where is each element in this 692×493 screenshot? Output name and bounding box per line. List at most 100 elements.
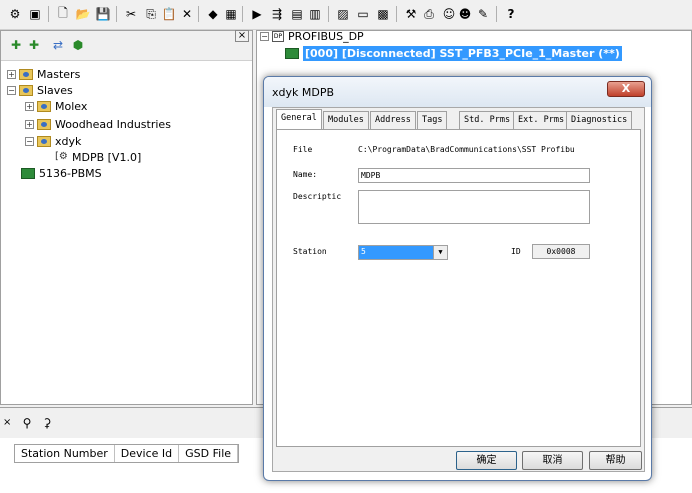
folder-icon [37, 118, 51, 130]
collapse-icon[interactable]: − [260, 31, 269, 41]
dialog-title: xdyk MDPB [272, 86, 335, 99]
printer-icon[interactable]: ⎙ [420, 5, 438, 23]
station-label: Station [293, 247, 327, 256]
new-icon[interactable]: 🗋 [54, 5, 72, 23]
folder-icon [37, 135, 51, 147]
people2-icon[interactable]: ☻ [456, 5, 474, 23]
delete-icon[interactable]: ✕ [178, 5, 196, 23]
device-icon [285, 47, 299, 59]
help-button[interactable]: 帮助 [589, 451, 642, 470]
tab-std-prms[interactable]: Std. Prms [459, 111, 516, 129]
tree-item-mdpb[interactable]: [⚙ MDPB [V1.0] [55, 149, 141, 165]
file-label: File [293, 145, 313, 154]
cut-icon[interactable]: ✂ [122, 5, 140, 23]
tree-item-pbms[interactable]: 5136-PBMS [21, 165, 102, 181]
tab-diagnostics[interactable]: Diagnostics [566, 111, 633, 129]
toolbar-separator [328, 6, 329, 22]
station-select[interactable]: 5 ▼ [358, 245, 448, 260]
tab-tags[interactable]: Tags [417, 111, 448, 129]
lsx-icon[interactable]: ▥ [306, 5, 324, 23]
cancel-button[interactable]: 取消 [522, 451, 583, 470]
column-header-device-id[interactable]: Device Id [115, 445, 180, 462]
name-field[interactable]: MDPB [358, 168, 590, 183]
folder-icon [19, 68, 33, 80]
close-button[interactable]: X [607, 81, 645, 97]
collapse-icon[interactable]: − [7, 85, 16, 95]
tree-label: Slaves [37, 83, 73, 97]
tab-address[interactable]: Address [370, 111, 416, 129]
toolbar-separator [396, 6, 397, 22]
file-path: C:\ProgramData\BradCommunications\SST Pr… [358, 145, 575, 154]
device-icon[interactable]: ▩ [374, 5, 392, 23]
tool-icon[interactable]: ⚒ [402, 5, 420, 23]
note-icon[interactable]: ✎ [474, 5, 492, 23]
tab-general[interactable]: General [276, 109, 322, 130]
toolbar-separator [198, 6, 199, 22]
open-icon[interactable]: 📂 [74, 5, 92, 23]
properties-icon[interactable]: ▣ [26, 5, 44, 23]
import-icon[interactable]: ⇄ [49, 36, 67, 54]
chevron-down-icon[interactable]: ▼ [433, 246, 447, 259]
description-label: Descriptic [293, 192, 342, 201]
collapse-icon[interactable]: − [25, 136, 34, 146]
ok-button[interactable]: 确定 [456, 451, 517, 470]
station-value: 5 [359, 246, 433, 259]
device-library-panel: ✚ ✚ ⇄ ⬢ × + Masters − Slaves + Molex + W… [0, 30, 253, 405]
copy-icon[interactable]: ⎘ [142, 5, 160, 23]
main-toolbar: ⚙ ▣ 🗋 📂 💾 ✂ ⎘ 📋 ✕ ◆ ▦ ▶ ⇶ ▤ ▥ ▨ ▭ ▩ ⚒ ⎙ … [0, 0, 692, 30]
tree-label: Molex [55, 99, 88, 113]
tab-modules[interactable]: Modules [323, 111, 369, 129]
paste-icon[interactable]: 📋 [160, 5, 178, 23]
network-icon: DP [272, 30, 284, 42]
view-icon[interactable]: ▭ [354, 5, 372, 23]
tree-item-woodhead[interactable]: + Woodhead Industries [25, 116, 171, 132]
tree-item-slaves[interactable]: − Slaves [7, 82, 73, 98]
xml-icon[interactable]: ▤ [288, 5, 306, 23]
library-icon[interactable]: ⬢ [69, 36, 87, 54]
download-icon[interactable]: ▶ [248, 5, 266, 23]
network-icon[interactable]: ⚙ [6, 5, 24, 23]
description-field[interactable] [358, 190, 590, 224]
expand-icon[interactable]: + [7, 69, 16, 79]
add-slave-icon[interactable]: ✚ [25, 36, 43, 54]
dialog-body: General Modules Address Tags Std. Prms E… [272, 107, 645, 472]
monitor-icon[interactable]: ▨ [334, 5, 352, 23]
toolbar-separator [116, 6, 117, 22]
help-icon[interactable]: ? [502, 5, 520, 23]
name-label: Name: [293, 170, 318, 179]
tree-item-xdyk[interactable]: − xdyk [25, 133, 81, 149]
tree-label: Masters [37, 67, 81, 81]
folder-icon [37, 100, 51, 112]
save-icon[interactable]: 💾 [94, 5, 112, 23]
online-icon[interactable]: ◆ [204, 5, 222, 23]
tree-label: xdyk [55, 134, 82, 148]
station-grid-header: Station Number Device Id GSD File [14, 444, 240, 463]
tree-label: PROFIBUS_DP [288, 29, 364, 43]
column-header-station-number[interactable]: Station Number [15, 445, 115, 462]
tree-label: 5136-PBMS [39, 166, 102, 180]
tree-item-master[interactable]: [000] [Disconnected] SST_PFB3_PCIe_1_Mas… [285, 45, 622, 61]
toolbar-separator [496, 6, 497, 22]
station2-icon[interactable]: ⚳ [38, 414, 56, 432]
close-icon[interactable]: × [235, 30, 249, 42]
tree-label-selected: [000] [Disconnected] SST_PFB3_PCIe_1_Mas… [303, 45, 622, 61]
tree-item-profibus[interactable]: − DP PROFIBUS_DP [260, 28, 364, 44]
add-master-icon[interactable]: ✚ [7, 36, 25, 54]
tree-item-masters[interactable]: + Masters [7, 66, 80, 82]
general-tab-page: File C:\ProgramData\BradCommunications\S… [276, 129, 641, 447]
config-icon[interactable]: ▦ [222, 5, 240, 23]
device-icon [21, 167, 35, 179]
toolbar-separator [242, 6, 243, 22]
dialog-title-bar[interactable]: xdyk MDPB X [264, 77, 651, 107]
station-icon[interactable]: ⚲ [18, 414, 36, 432]
upload-icon[interactable]: ⇶ [268, 5, 286, 23]
close-icon[interactable]: × [3, 418, 13, 428]
tab-ext-prms[interactable]: Ext. Prms [513, 111, 570, 129]
tree-item-molex[interactable]: + Molex [25, 98, 87, 114]
tree-label: MDPB [V1.0] [72, 150, 142, 164]
expand-icon[interactable]: + [25, 101, 34, 111]
id-label: ID [511, 247, 521, 256]
tree-label: Woodhead Industries [55, 117, 171, 131]
expand-icon[interactable]: + [25, 119, 34, 129]
column-header-gsd-file[interactable]: GSD File [179, 445, 239, 462]
